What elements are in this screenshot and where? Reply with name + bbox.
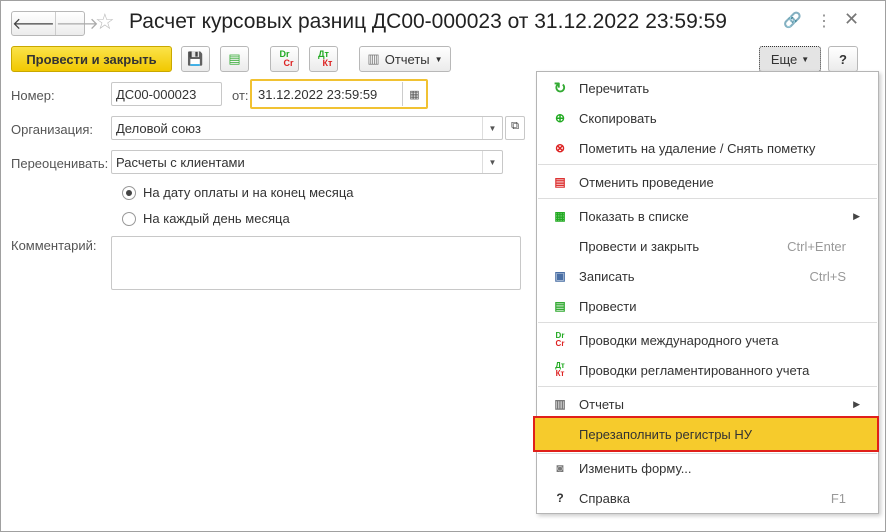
menu-label: Отчеты — [579, 396, 624, 412]
chevron-down-icon: ▼ — [801, 54, 810, 64]
close-icon[interactable]: ✕ — [844, 9, 859, 30]
revaluate-value: Расчеты с клиентами — [116, 155, 245, 170]
menu-label: Перезаполнить регистры НУ — [579, 426, 753, 442]
menu-item-post-close[interactable]: Провести и закрыть Ctrl+Enter — [537, 231, 878, 261]
menu-label: Перечитать — [579, 80, 650, 96]
chevron-down-icon: ▼ — [434, 54, 443, 64]
submenu-arrow-icon: ▶ — [853, 210, 860, 221]
comment-input[interactable] — [111, 236, 521, 290]
reports-icon: ▥ — [554, 397, 566, 411]
menu-item-unpost[interactable]: ▤ Отменить проведение — [537, 167, 878, 197]
submenu-arrow-icon: ▶ — [853, 398, 860, 409]
more-window-icon[interactable]: ⋮ — [816, 11, 832, 31]
chevron-down-icon[interactable]: ▼ — [482, 117, 502, 139]
menu-label: Записать — [579, 268, 635, 284]
forward-button[interactable]: 🡒 — [54, 12, 99, 35]
more-button[interactable]: Еще ▼ — [759, 46, 821, 72]
radio-label: На каждый день месяца — [143, 211, 290, 226]
organization-value: Деловой союз — [116, 121, 202, 136]
dt-kt-button[interactable]: Дт Кт — [309, 46, 338, 72]
menu-item-intl-entries[interactable]: Dr Cr Проводки международного учета — [537, 325, 878, 355]
menu-label: Показать в списке — [579, 208, 689, 224]
menu-shortcut: Ctrl+S — [809, 268, 846, 284]
form-icon: ◙ — [556, 461, 564, 475]
menu-label: Справка — [579, 490, 630, 506]
favorite-star-icon[interactable]: ☆ — [95, 9, 115, 35]
post-icon: ▤ — [554, 299, 566, 313]
post-icon: ▤ — [228, 51, 241, 66]
page-title: Расчет курсовых разниц ДС00-000023 от 31… — [129, 10, 727, 33]
show-in-list-icon: ▦ — [554, 209, 566, 223]
help-button[interactable]: ? — [828, 46, 858, 72]
menu-item-save[interactable]: ▣ Записать Ctrl+S — [537, 261, 878, 291]
revaluate-label: Переоценивать: — [11, 156, 109, 171]
menu-item-post[interactable]: ▤ Провести — [537, 291, 878, 321]
link-icon[interactable]: 🔗 — [783, 11, 802, 29]
unpost-icon: ▤ — [554, 175, 566, 189]
date-input[interactable]: 31.12.2022 23:59:59 ▦ — [250, 79, 428, 109]
menu-item-show-in-list[interactable]: ▦ Показать в списке ▶ — [537, 201, 878, 231]
menu-label: Провести и закрыть — [579, 238, 700, 254]
menu-label: Скопировать — [579, 110, 657, 126]
more-label: Еще — [770, 51, 798, 67]
menu-shortcut: Ctrl+Enter — [787, 238, 846, 254]
radio-label: На дату оплаты и на конец месяца — [143, 185, 354, 200]
date-value: 31.12.2022 23:59:59 — [258, 87, 378, 102]
menu-label: Отменить проведение — [579, 174, 714, 190]
dt-kt-icon: Дт Кт — [555, 361, 565, 378]
menu-item-reg-entries[interactable]: Дт Кт Проводки регламентированного учета — [537, 355, 878, 385]
number-input[interactable]: ДС00-000023 — [111, 82, 222, 106]
menu-label: Проводки международного учета — [579, 332, 779, 348]
menu-item-reports[interactable]: ▥ Отчеты ▶ — [537, 389, 878, 419]
save-button[interactable]: 💾 — [181, 46, 210, 72]
open-organization-button[interactable]: ⧉ — [505, 116, 525, 140]
menu-separator — [538, 164, 877, 165]
menu-label: Проводки регламентированного учета — [579, 362, 810, 378]
menu-item-refill-tax-registers[interactable]: Перезаполнить регистры НУ — [533, 416, 879, 452]
reports-button[interactable]: ▥ Отчеты ▼ — [359, 46, 451, 72]
menu-item-reread[interactable]: ↻ Перечитать — [537, 73, 878, 103]
dr-cr-icon: Dr Cr — [555, 331, 565, 348]
copy-icon: ⊕ — [554, 111, 566, 125]
menu-shortcut: F1 — [830, 490, 846, 506]
post-button[interactable]: ▤ — [220, 46, 249, 72]
menu-item-copy[interactable]: ⊕ Скопировать — [537, 103, 878, 133]
save-icon: ▣ — [554, 269, 566, 283]
menu-label: Провести — [579, 298, 637, 314]
menu-separator — [538, 198, 877, 199]
menu-label: Пометить на удаление / Снять пометку — [579, 140, 816, 156]
document-window: 🡐 🡒 ☆ Расчет курсовых разниц ДС00-000023 … — [0, 0, 886, 532]
comment-label: Комментарий: — [11, 238, 97, 253]
calendar-icon[interactable]: ▦ — [402, 82, 426, 106]
menu-separator — [538, 322, 877, 323]
number-label: Номер: — [11, 88, 55, 103]
radio-each-day[interactable]: На каждый день месяца — [122, 211, 290, 226]
menu-item-help[interactable]: ? Справка F1 — [537, 483, 878, 513]
organization-label: Организация: — [11, 122, 94, 137]
organization-input[interactable]: Деловой союз ▼ — [111, 116, 503, 140]
post-and-close-button[interactable]: Провести и закрыть — [11, 46, 172, 72]
menu-separator — [538, 386, 877, 387]
reports-icon: ▥ — [367, 51, 380, 66]
kt-label: Кт — [322, 58, 333, 68]
dr-cr-button[interactable]: Dr Cr — [270, 46, 299, 72]
reports-label: Отчеты — [384, 51, 430, 67]
radio-payment-date[interactable]: На дату оплаты и на конец месяца — [122, 185, 354, 200]
nav-buttons: 🡐 🡒 — [11, 11, 99, 36]
more-dropdown-menu: ↻ Перечитать ⊕ Скопировать ⊗ Пометить на уд… — [533, 71, 879, 514]
date-label: от: — [232, 88, 249, 103]
help-icon: ? — [556, 491, 564, 505]
revaluate-input[interactable]: Расчеты с клиентами ▼ — [111, 150, 503, 174]
cr-label: Cr — [283, 58, 294, 68]
refresh-icon: ↻ — [553, 80, 567, 97]
menu-item-change-form[interactable]: ◙ Изменить форму... — [537, 453, 878, 483]
save-icon: 💾 — [187, 51, 204, 66]
delete-mark-icon: ⊗ — [554, 141, 566, 155]
menu-item-mark-delete[interactable]: ⊗ Пометить на удаление / Снять пометку — [537, 133, 878, 163]
radio-unselected — [122, 211, 136, 226]
menu-label: Изменить форму... — [579, 460, 692, 476]
back-button[interactable]: 🡐 — [12, 12, 55, 35]
radio-selected — [122, 185, 136, 200]
chevron-down-icon[interactable]: ▼ — [482, 151, 502, 173]
